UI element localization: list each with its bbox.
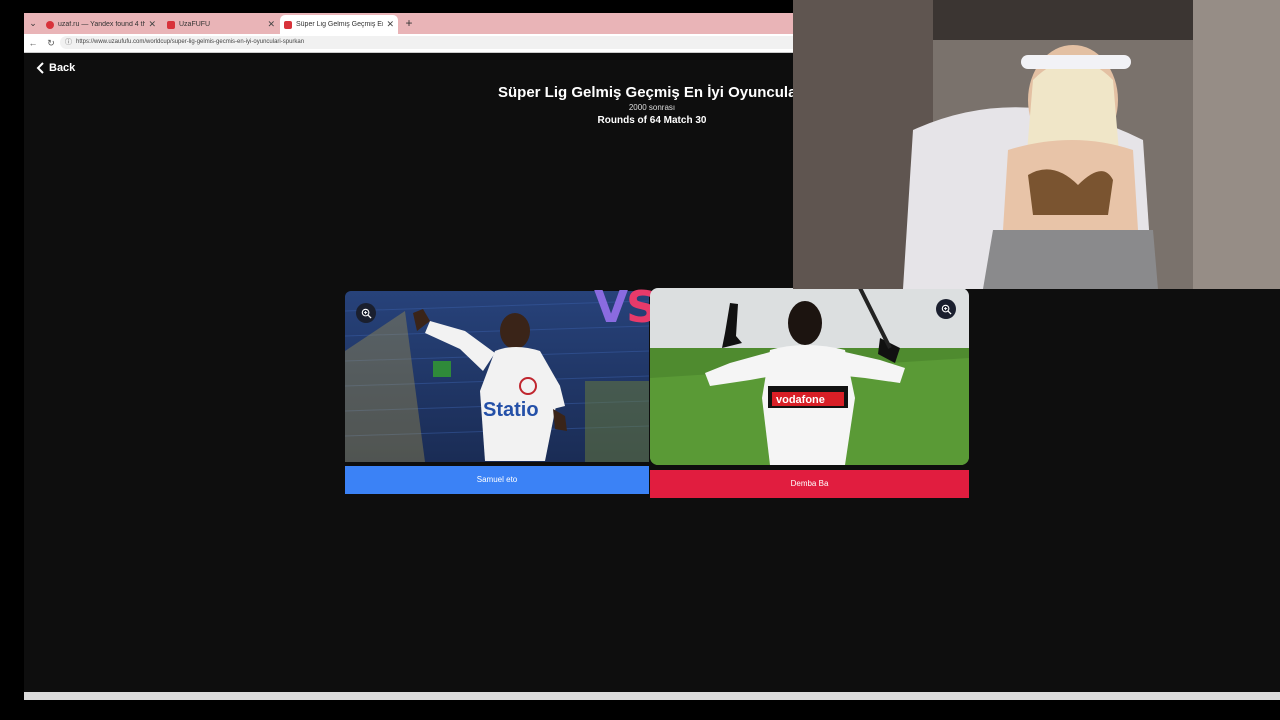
round-indicator: Rounds of 64 Match 30 — [597, 115, 707, 126]
tab-super-lig[interactable]: Süper Lig Gelmiş Geçmiş En İyi Oyuncular… — [280, 15, 398, 34]
candidate-name-button-left[interactable]: Samuel eto — [345, 466, 649, 494]
candidate-name-left: Samuel eto — [476, 475, 518, 484]
tab-title: UzaFUFU — [179, 21, 211, 28]
back-link[interactable]: Back — [36, 62, 75, 74]
tab-title: uzaf.ru — Yandex found 4 thousand result… — [58, 21, 146, 28]
new-tab-button[interactable]: + — [402, 16, 416, 30]
page-title-text: Süper Lig Gelmiş Geçmiş En İyi Oyuncula — [498, 84, 797, 101]
yandex-favicon-icon — [46, 20, 54, 29]
vs-letter-v: V — [594, 282, 628, 333]
zoom-button-left[interactable] — [356, 303, 376, 323]
zoom-in-icon — [941, 304, 952, 315]
tab-yandex[interactable]: uzaf.ru — Yandex found 4 thousand result… — [42, 15, 160, 34]
back-label: Back — [49, 62, 76, 74]
candidate-name-button-right[interactable]: Demba Ba — [650, 470, 969, 498]
horizontal-scrollbar[interactable] — [24, 692, 1280, 700]
webcam-overlay — [793, 0, 1280, 289]
svg-text:Statio: Statio — [483, 399, 539, 421]
vs-label: VS — [594, 282, 658, 333]
candidate-card-right[interactable]: vodafone Demba Ba — [650, 288, 969, 498]
tab-title: Süper Lig Gelmiş Geçmiş En İyi Oyuncular — [296, 21, 383, 28]
zoom-button-right[interactable] — [936, 299, 956, 319]
candidate-name-right: Demba Ba — [790, 479, 829, 488]
close-icon[interactable]: ✕ — [267, 19, 275, 30]
page-subtitle: 2000 sonrası — [628, 103, 676, 112]
close-icon[interactable]: ✕ — [386, 19, 394, 30]
reload-icon[interactable]: ↻ — [45, 37, 57, 49]
address-bar[interactable]: ⓘ https://www.uzaufufu.com/worldcup/supe… — [60, 36, 800, 49]
zoom-in-icon — [361, 308, 372, 319]
tab-list-button[interactable]: ⌄ — [26, 16, 40, 30]
uzafufu-favicon-icon — [167, 20, 175, 29]
svg-text:vodafone: vodafone — [776, 394, 825, 406]
chevron-left-icon — [36, 62, 44, 74]
uzafufu-favicon-icon — [284, 20, 292, 29]
site-info-icon: ⓘ — [65, 39, 72, 46]
back-arrow-icon[interactable]: ← — [27, 37, 39, 49]
page-title: Süper Lig Gelmiş Geçmiş En İyi Oyuncula — [498, 84, 818, 101]
candidate-photo-right[interactable]: vodafone — [650, 288, 969, 465]
url-text: https://www.uzaufufu.com/worldcup/super-… — [76, 39, 305, 45]
tab-uzafufu[interactable]: UzaFUFU ✕ — [163, 15, 279, 34]
close-icon[interactable]: ✕ — [148, 19, 156, 30]
